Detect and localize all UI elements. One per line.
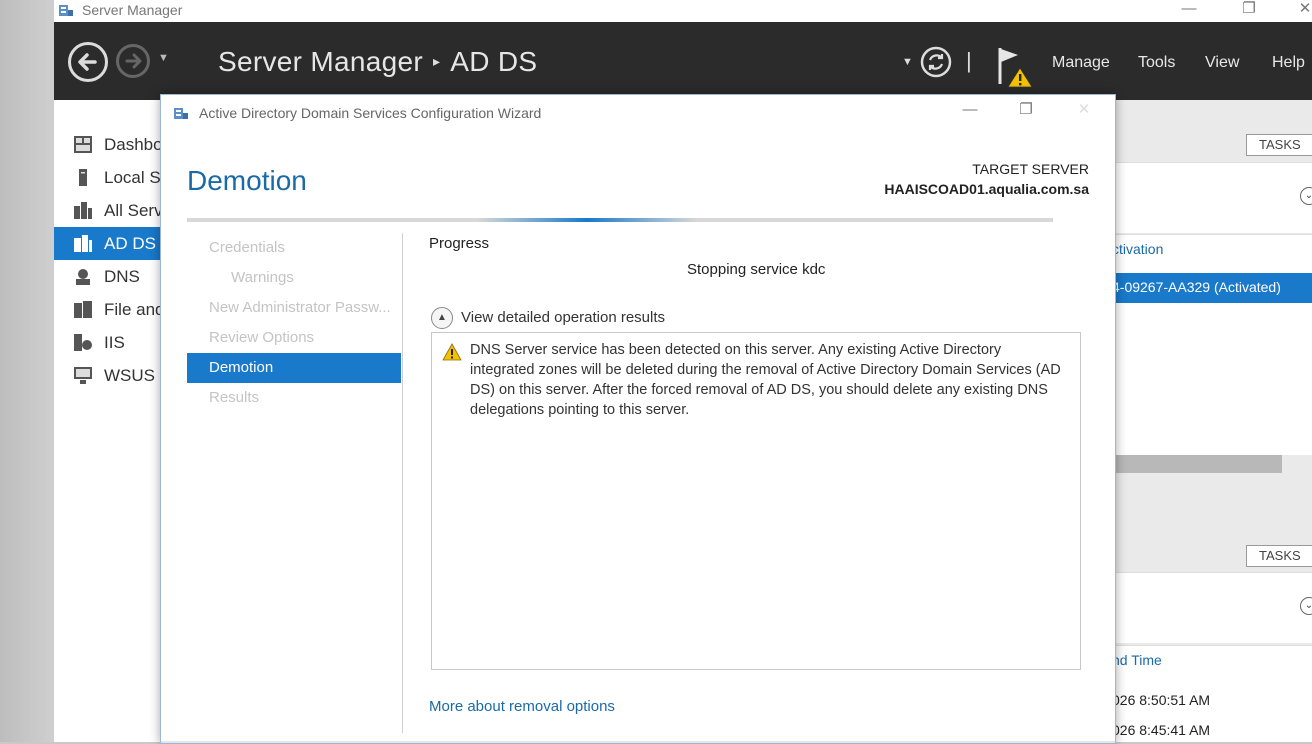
sidebar-item-dns[interactable]: DNS xyxy=(54,260,162,293)
expand-chevron-icon[interactable]: ⌄ xyxy=(1300,187,1312,205)
warning-message: DNS Server service has been detected on … xyxy=(470,342,1061,418)
wizard-titlebar: Active Directory Domain Services Configu… xyxy=(161,95,1115,131)
wizard-nav-credentials: Credentials xyxy=(209,239,285,256)
horizontal-scrollbar[interactable] xyxy=(1112,455,1282,473)
all-servers-icon xyxy=(74,202,92,219)
sidebar-item-label: Local Server xyxy=(104,168,162,187)
wsus-icon xyxy=(74,367,92,384)
iis-icon xyxy=(74,334,92,351)
progress-bar-sweep xyxy=(477,218,697,222)
server-manager-titlebar: Server Manager — ❐ ✕ xyxy=(54,0,1312,22)
chevron-up-icon[interactable]: ▲ xyxy=(431,307,453,329)
arrow-left-icon xyxy=(78,53,97,71)
wizard-app-icon xyxy=(174,108,188,119)
column-header-time[interactable]: nd Time xyxy=(1112,652,1162,668)
wizard-nav-demotion[interactable]: Demotion xyxy=(187,353,401,383)
warning-icon xyxy=(442,343,462,361)
sidebar-item-wsus[interactable]: WSUS xyxy=(54,359,162,392)
wizard-close-button[interactable]: ✕ xyxy=(1071,101,1097,121)
refresh-dropdown-icon[interactable]: ▼ xyxy=(902,56,913,68)
breadcrumb-separator-icon: ▸ xyxy=(432,53,441,69)
sidebar-item-label: AD DS xyxy=(104,234,156,253)
menu-help[interactable]: Help xyxy=(1272,54,1305,72)
breadcrumb-root[interactable]: Server Manager xyxy=(218,46,423,77)
sidebar-item-iis[interactable]: IIS xyxy=(54,326,162,359)
refresh-icon[interactable] xyxy=(920,46,952,78)
status-text: Stopping service kdc xyxy=(687,261,826,278)
wizard-title: Active Directory Domain Services Configu… xyxy=(199,105,542,121)
wizard-nav-review-options: Review Options xyxy=(209,329,315,346)
close-button[interactable]: ✕ xyxy=(1292,0,1312,20)
sidebar-item-all-servers[interactable]: All Servers xyxy=(54,194,162,227)
panel-box-bottom: ⌄ xyxy=(1112,572,1312,643)
dns-icon xyxy=(76,269,90,285)
sidebar-item-label: Dashboard xyxy=(104,135,162,154)
panel-box-top: ⌄ xyxy=(1112,162,1312,233)
more-removal-options-link[interactable]: More about removal options xyxy=(429,698,615,715)
ad-ds-wizard-dialog: Active Directory Domain Services Configu… xyxy=(160,94,1116,744)
history-dropdown-icon[interactable]: ▼ xyxy=(158,52,169,64)
back-button[interactable] xyxy=(68,42,108,82)
forward-button[interactable] xyxy=(116,44,150,78)
progress-label: Progress xyxy=(429,235,490,252)
tasks-label: TASKS xyxy=(1259,137,1301,152)
events-panel: nd Time 026 8:50:51 AM 026 8:45:41 AM xyxy=(1112,645,1312,742)
ad-ds-icon xyxy=(74,235,92,252)
sidebar-item-label: IIS xyxy=(104,333,125,352)
sidebar: Dashboard Local Server All Servers AD DS… xyxy=(54,128,162,392)
selected-row[interactable]: 4-09267-AA329 (Activated) xyxy=(1112,273,1312,303)
local-server-icon xyxy=(79,169,87,186)
tasks-label: TASKS xyxy=(1259,548,1301,563)
tasks-button-top[interactable]: TASKS ▼ xyxy=(1246,134,1312,156)
minimize-button[interactable]: — xyxy=(1176,0,1202,20)
menu-manage[interactable]: Manage xyxy=(1052,54,1110,72)
breadcrumb-current: AD DS xyxy=(450,46,538,77)
header-divider: | xyxy=(966,48,972,73)
wizard-divider xyxy=(402,233,403,733)
wizard-nav-new-admin-password: New Administrator Passw... xyxy=(209,299,391,316)
tasks-button-bottom[interactable]: TASKS ▼ xyxy=(1246,545,1312,567)
expand-chevron-icon[interactable]: ⌄ xyxy=(1300,597,1312,615)
sidebar-item-local-server[interactable]: Local Server xyxy=(54,161,162,194)
notifications-flag-icon[interactable] xyxy=(994,44,1034,88)
sidebar-item-ad-ds[interactable]: AD DS xyxy=(54,227,162,260)
sidebar-item-dashboard[interactable]: Dashboard xyxy=(54,128,162,161)
details-toggle-label[interactable]: View detailed operation results xyxy=(461,309,665,326)
right-pane: TASKS ▼ ⌄ ctivation 4-09267-AA329 (Activ… xyxy=(1112,100,1312,742)
wizard-minimize-button[interactable]: — xyxy=(957,101,983,121)
event-row-1: 026 8:50:51 AM xyxy=(1112,692,1211,708)
target-server-label: TARGET SERVER xyxy=(972,161,1089,177)
product-key-text: 4-09267-AA329 (Activated) xyxy=(1112,279,1281,295)
event-row-2: 026 8:45:41 AM xyxy=(1112,722,1211,738)
sidebar-item-label: DNS xyxy=(104,267,140,286)
server-manager-header: ▼ Server Manager ▸ AD DS ▼ | Manage Tools … xyxy=(54,22,1312,100)
wizard-bottom-edge xyxy=(161,741,1115,743)
menu-tools[interactable]: Tools xyxy=(1138,54,1175,72)
wizard-nav-warnings: Warnings xyxy=(231,269,294,286)
server-manager-title: Server Manager xyxy=(82,2,183,18)
wizard-maximize-button[interactable]: ❐ xyxy=(1013,101,1039,121)
sidebar-item-label: File and Storage Services xyxy=(104,300,162,319)
server-manager-app-icon xyxy=(59,5,73,16)
wizard-nav-results: Results xyxy=(209,389,260,406)
progress-bar xyxy=(187,218,1053,222)
dashboard-icon xyxy=(74,136,92,153)
restore-button[interactable]: ❐ xyxy=(1236,0,1262,20)
wizard-nav: Credentials Warnings New Administrator P… xyxy=(187,233,401,413)
breadcrumb: Server Manager ▸ AD DS xyxy=(218,46,537,78)
sidebar-item-label: WSUS xyxy=(104,366,155,385)
services-panel: ctivation 4-09267-AA329 (Activated) xyxy=(1112,234,1312,473)
desktop-background xyxy=(0,0,54,742)
activation-link[interactable]: ctivation xyxy=(1112,241,1163,257)
wizard-page-heading: Demotion xyxy=(187,165,307,196)
menu-view[interactable]: View xyxy=(1205,54,1239,72)
sidebar-item-file-storage[interactable]: File and Storage Services xyxy=(54,293,162,326)
results-box: DNS Server service has been detected on … xyxy=(431,332,1081,670)
file-storage-icon xyxy=(74,301,92,318)
arrow-right-icon xyxy=(125,53,142,69)
target-server-value: HAAISCOAD01.aqualia.com.sa xyxy=(884,181,1089,197)
sidebar-item-label: All Servers xyxy=(104,201,162,220)
